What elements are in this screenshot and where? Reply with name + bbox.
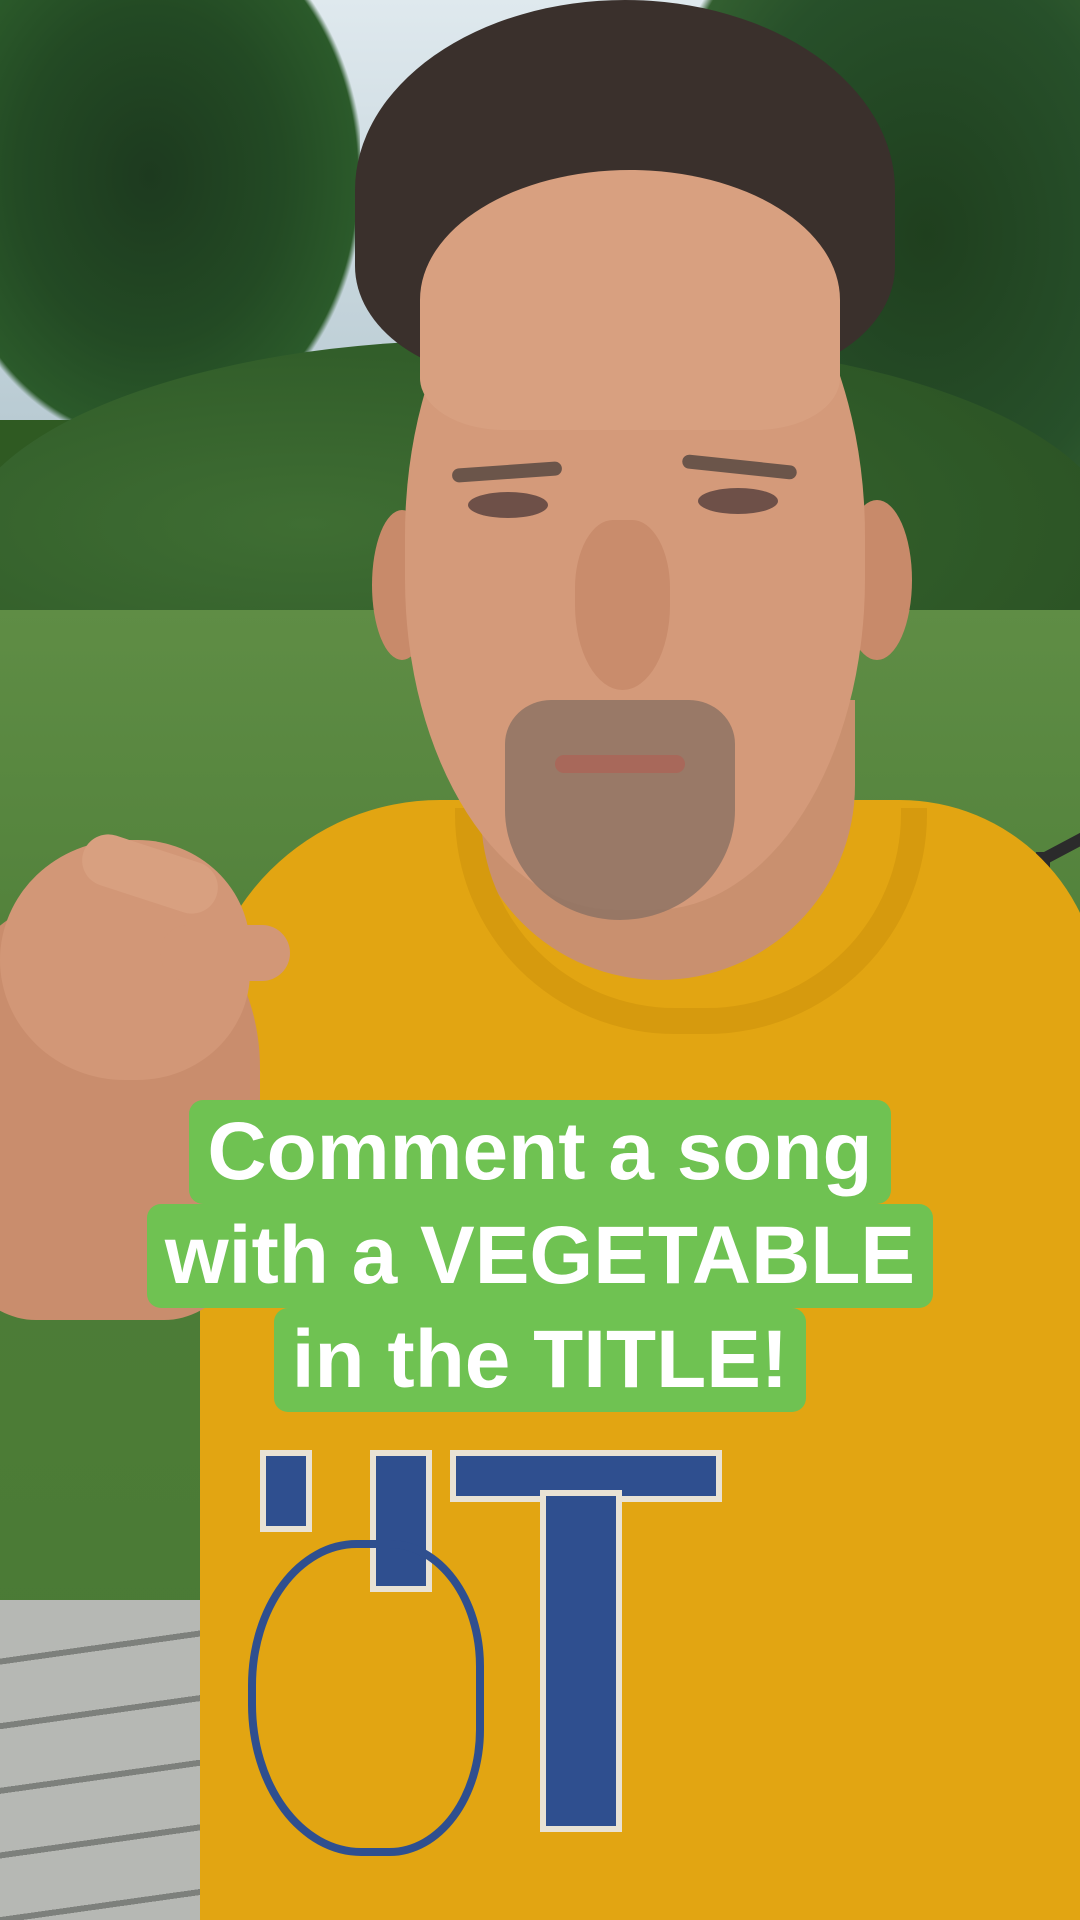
panther-graphic	[248, 1540, 484, 1856]
nose	[575, 520, 670, 690]
caption-overlay: Comment a song with a VEGETABLE in the T…	[0, 1100, 1080, 1412]
eye-left	[468, 492, 548, 518]
eye-right	[698, 488, 778, 514]
caption-line-1: Comment a song	[189, 1100, 891, 1204]
goatee	[505, 700, 735, 920]
forehead	[420, 170, 840, 430]
caption-line-2: with a VEGETABLE	[146, 1204, 934, 1308]
video-frame	[0, 0, 1080, 1920]
mouth	[555, 755, 685, 773]
pointing-finger	[160, 925, 290, 981]
caption-line-3: in the TITLE!	[273, 1308, 807, 1412]
